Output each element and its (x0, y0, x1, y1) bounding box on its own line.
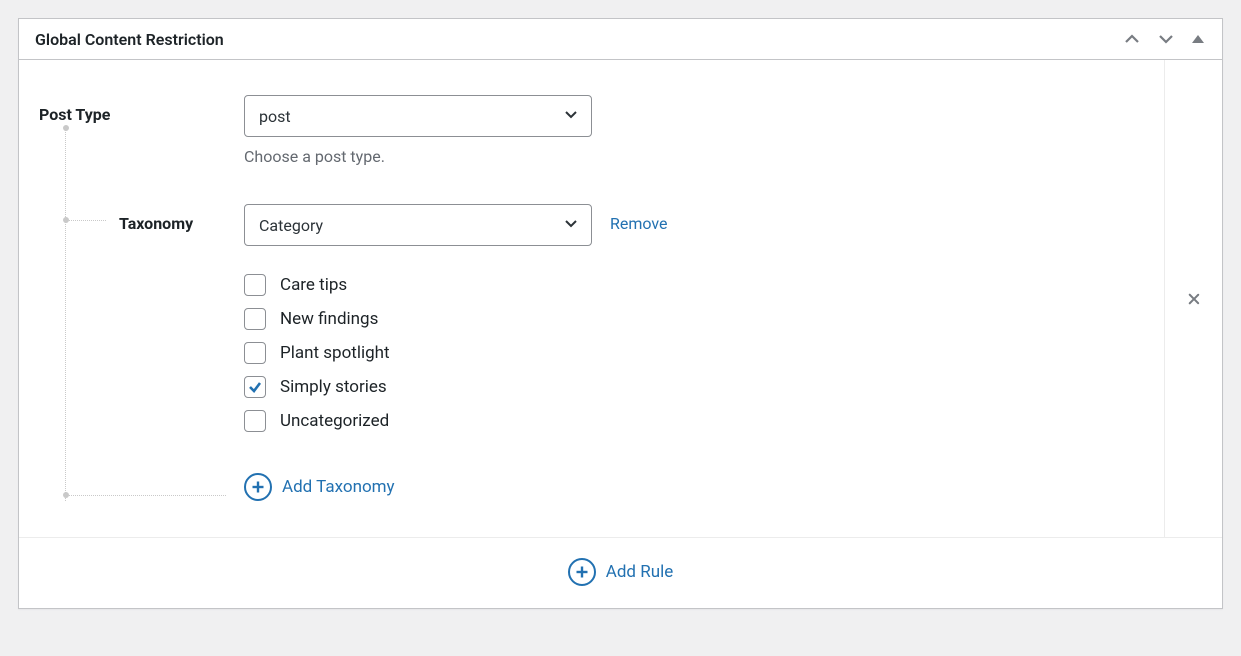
plus-circle-icon (568, 558, 596, 586)
taxonomy-term-list: Care tips New findings (244, 268, 668, 438)
term-label: Plant spotlight (280, 343, 390, 363)
post-type-select[interactable]: post (244, 95, 592, 137)
rule-main: Post Type post Choose a post type. (19, 60, 1164, 537)
rule-close-column (1164, 60, 1222, 537)
taxonomy-select-value: Category (259, 216, 323, 235)
move-down-button[interactable] (1156, 29, 1176, 49)
taxonomy-term-item: Simply stories (244, 370, 668, 404)
term-checkbox[interactable] (244, 308, 266, 330)
chevron-up-icon (1122, 29, 1142, 49)
rule: Post Type post Choose a post type. (19, 60, 1222, 538)
panel-body: Post Type post Choose a post type. (19, 60, 1222, 608)
triangle-up-icon (1190, 31, 1206, 47)
remove-rule-button[interactable] (1178, 283, 1210, 315)
term-label: Uncategorized (280, 411, 389, 431)
term-checkbox[interactable] (244, 342, 266, 364)
post-type-select-value: post (259, 107, 291, 126)
tree-connector-dot (63, 125, 69, 131)
taxonomy-term-item: New findings (244, 302, 668, 336)
term-label: New findings (280, 309, 378, 329)
panel-header-handles (1122, 29, 1206, 49)
post-type-label: Post Type (39, 105, 110, 124)
chevron-down-icon (563, 215, 579, 235)
chevron-down-icon (1156, 29, 1176, 49)
global-content-restriction-panel: Global Content Restriction (18, 18, 1223, 609)
move-up-button[interactable] (1122, 29, 1142, 49)
add-rule-footer: Add Rule (19, 538, 1222, 608)
term-label: Simply stories (280, 377, 387, 397)
taxonomy-label-col: Taxonomy (39, 204, 244, 233)
post-type-label-col: Post Type (39, 95, 244, 124)
taxonomy-row: Taxonomy Category Remove (39, 204, 1144, 501)
plus-circle-icon (244, 473, 272, 501)
chevron-down-icon (563, 106, 579, 126)
collapse-toggle-button[interactable] (1190, 31, 1206, 47)
tree-connector-horizontal (66, 495, 226, 496)
tree-connector-horizontal (66, 220, 106, 221)
add-taxonomy-button[interactable]: Add Taxonomy (244, 473, 668, 501)
close-icon (1184, 289, 1204, 309)
term-checkbox[interactable] (244, 410, 266, 432)
add-taxonomy-label: Add Taxonomy (282, 477, 395, 497)
taxonomy-label: Taxonomy (119, 214, 193, 233)
taxonomy-term-item: Care tips (244, 268, 668, 302)
post-type-helper: Choose a post type. (244, 147, 592, 166)
tree-connector-vertical (65, 128, 66, 501)
post-type-row: Post Type post Choose a post type. (39, 95, 1144, 198)
taxonomy-select[interactable]: Category (244, 204, 592, 246)
taxonomy-term-item: Plant spotlight (244, 336, 668, 370)
panel-title: Global Content Restriction (35, 30, 224, 49)
panel-header: Global Content Restriction (19, 19, 1222, 60)
term-label: Care tips (280, 275, 347, 295)
taxonomy-input-col: Category Remove (244, 204, 668, 501)
post-type-input-col: post Choose a post type. (244, 95, 592, 198)
remove-taxonomy-link[interactable]: Remove (610, 214, 668, 233)
term-checkbox[interactable] (244, 274, 266, 296)
taxonomy-remove-col: Remove (610, 204, 668, 233)
term-checkbox[interactable] (244, 376, 266, 398)
add-rule-button[interactable]: Add Rule (568, 558, 673, 586)
taxonomy-term-item: Uncategorized (244, 404, 668, 438)
add-rule-label: Add Rule (606, 562, 673, 582)
